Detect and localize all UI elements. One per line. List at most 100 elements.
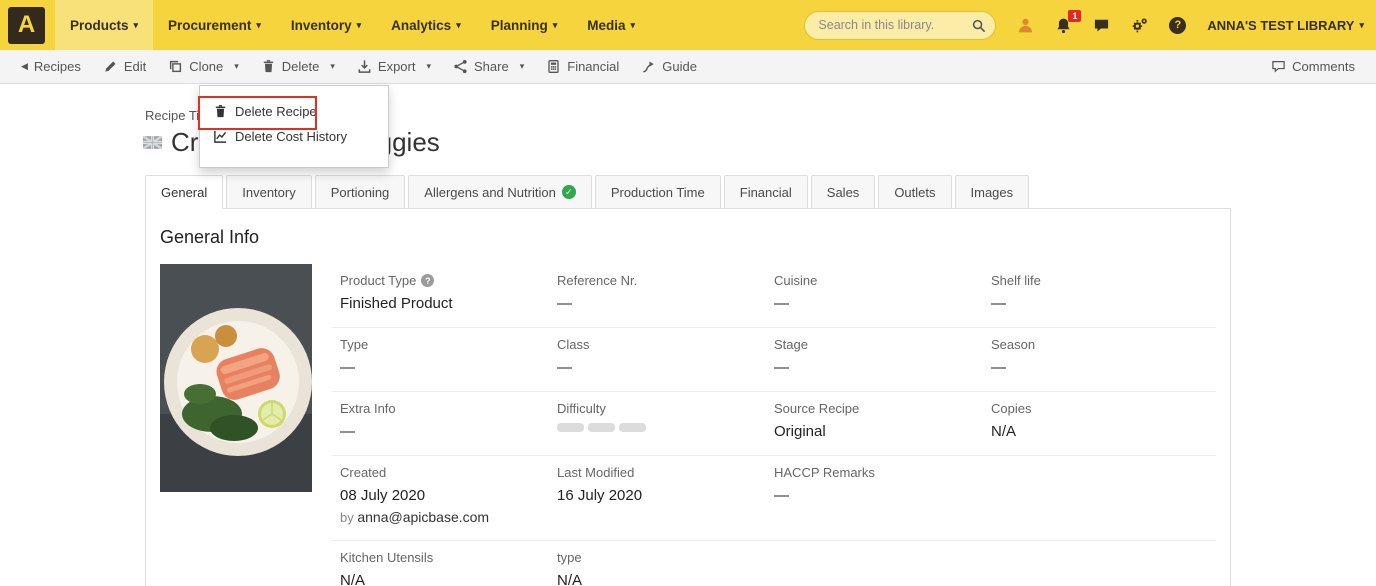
settings-gears-icon[interactable] xyxy=(1131,17,1148,34)
field-difficulty: Difficulty xyxy=(557,401,774,440)
financial-label: Financial xyxy=(567,59,619,74)
caret-down-icon: ▾ xyxy=(1359,21,1364,30)
field-label: Season xyxy=(991,337,1208,352)
nav-item-products[interactable]: Products ▾ xyxy=(55,0,153,50)
notification-badge: 1 xyxy=(1068,10,1081,22)
clone-button[interactable]: Clone ▾ xyxy=(157,50,250,84)
tab-images[interactable]: Images xyxy=(955,175,1030,209)
field-value: 08 July 2020 xyxy=(340,487,557,504)
caret-down-icon: ▾ xyxy=(520,62,525,71)
nav-item-media[interactable]: Media ▾ xyxy=(572,0,650,50)
field-last-modified: Last Modified 16 July 2020 xyxy=(557,465,774,525)
tab-general[interactable]: General xyxy=(145,175,223,209)
field-value: — xyxy=(774,487,991,504)
edit-label: Edit xyxy=(124,59,146,74)
field-label: type xyxy=(557,550,774,565)
trash-icon xyxy=(213,104,228,119)
caret-down-icon: ▾ xyxy=(357,21,362,30)
chart-line-icon xyxy=(213,129,228,144)
caret-down-icon: ▾ xyxy=(256,21,261,30)
back-to-recipes-button[interactable]: ◀ Recipes xyxy=(10,50,92,84)
delete-button[interactable]: Delete ▾ xyxy=(250,50,346,84)
notifications-bell-icon[interactable]: 1 xyxy=(1055,17,1072,34)
field-value: — xyxy=(557,295,774,312)
field-value: — xyxy=(340,423,557,440)
field-value: — xyxy=(557,359,774,376)
edit-button[interactable]: Edit xyxy=(92,50,157,84)
field-empty xyxy=(991,465,1208,525)
guide-button[interactable]: Guide xyxy=(630,50,708,84)
field-class: Class — xyxy=(557,337,774,376)
field-source-recipe: Source Recipe Original xyxy=(774,401,991,440)
library-switcher[interactable]: ANNA'S TEST LIBRARY ▾ xyxy=(1207,18,1364,33)
guide-label: Guide xyxy=(662,59,697,74)
difficulty-pill xyxy=(619,423,646,432)
field-value: 16 July 2020 xyxy=(557,487,774,504)
field-type: Type — xyxy=(340,337,557,376)
created-by-line: by anna@apicbase.com xyxy=(340,509,557,525)
comments-button[interactable]: Comments xyxy=(1260,50,1366,84)
apicbase-logo[interactable]: A xyxy=(8,7,45,44)
guide-route-icon xyxy=(641,59,656,74)
field-row-2: Type — Class — Stage — Season — xyxy=(332,328,1216,392)
nav-item-procurement[interactable]: Procurement ▾ xyxy=(153,0,276,50)
field-stage: Stage — xyxy=(774,337,991,376)
user-icon[interactable] xyxy=(1017,17,1034,34)
nav-item-analytics[interactable]: Analytics ▾ xyxy=(376,0,476,50)
nav-item-planning[interactable]: Planning ▾ xyxy=(476,0,573,50)
tab-label: Inventory xyxy=(242,185,295,200)
nav-item-label: Planning xyxy=(491,18,548,33)
tab-outlets[interactable]: Outlets xyxy=(878,175,951,209)
field-extra-info: Extra Info — xyxy=(340,401,557,440)
nav-item-label: Procurement xyxy=(168,18,251,33)
field-label: HACCP Remarks xyxy=(774,465,991,480)
financial-button[interactable]: Financial xyxy=(535,50,630,84)
menu-item-delete-recipe[interactable]: Delete Recipe xyxy=(200,99,388,124)
tab-label: Images xyxy=(971,185,1014,200)
caret-down-icon: ▾ xyxy=(330,62,335,71)
library-search xyxy=(804,11,996,40)
clone-label: Clone xyxy=(189,59,223,74)
field-label: Class xyxy=(557,337,774,352)
tab-production-time[interactable]: Production Time xyxy=(595,175,721,209)
export-label: Export xyxy=(378,59,416,74)
caret-down-icon: ▾ xyxy=(456,21,461,30)
tab-inventory[interactable]: Inventory xyxy=(226,175,311,209)
field-label: Kitchen Utensils xyxy=(340,550,557,565)
back-label: Recipes xyxy=(34,59,81,74)
nav-item-label: Inventory xyxy=(291,18,352,33)
export-button[interactable]: Export ▾ xyxy=(346,50,442,84)
delete-dropdown-menu: Delete Recipe Delete Cost History xyxy=(199,85,389,168)
tab-label: Portioning xyxy=(331,185,390,200)
tab-label: Allergens and Nutrition xyxy=(424,185,556,200)
tab-portioning[interactable]: Portioning xyxy=(315,175,406,209)
menu-item-delete-cost-history[interactable]: Delete Cost History xyxy=(200,124,388,149)
field-value: N/A xyxy=(991,423,1208,440)
top-navbar: A Products ▾ Procurement ▾ Inventory ▾ A… xyxy=(0,0,1376,50)
share-button[interactable]: Share ▾ xyxy=(442,50,535,84)
field-row-4: Created 08 July 2020 by anna@apicbase.co… xyxy=(332,456,1216,541)
field-season: Season — xyxy=(991,337,1208,376)
field-label: Cuisine xyxy=(774,273,991,288)
help-icon[interactable]: ? xyxy=(1169,17,1186,34)
nav-item-inventory[interactable]: Inventory ▾ xyxy=(276,0,376,50)
recipe-toolbar: ◀ Recipes Edit Clone ▾ Delete ▾ Export ▾… xyxy=(0,50,1376,84)
tab-financial[interactable]: Financial xyxy=(724,175,808,209)
help-tooltip-icon[interactable]: ? xyxy=(421,274,434,287)
search-icon[interactable] xyxy=(971,18,986,33)
field-value: Original xyxy=(774,423,991,440)
caret-down-icon: ▾ xyxy=(631,21,636,30)
field-copies: Copies N/A xyxy=(991,401,1208,440)
comments-label: Comments xyxy=(1292,59,1355,74)
nav-item-label: Media xyxy=(587,18,625,33)
tab-label: Outlets xyxy=(894,185,935,200)
tab-sales[interactable]: Sales xyxy=(811,175,876,209)
language-flag-icon xyxy=(143,136,162,149)
tab-allergens-nutrition[interactable]: Allergens and Nutrition ✓ xyxy=(408,175,592,209)
delete-label: Delete xyxy=(282,59,320,74)
search-input[interactable] xyxy=(804,11,996,40)
general-info-card: General Info xyxy=(145,208,1231,586)
nav-item-label: Products xyxy=(70,18,129,33)
chat-icon[interactable] xyxy=(1093,17,1110,34)
recipe-photo xyxy=(160,264,312,492)
